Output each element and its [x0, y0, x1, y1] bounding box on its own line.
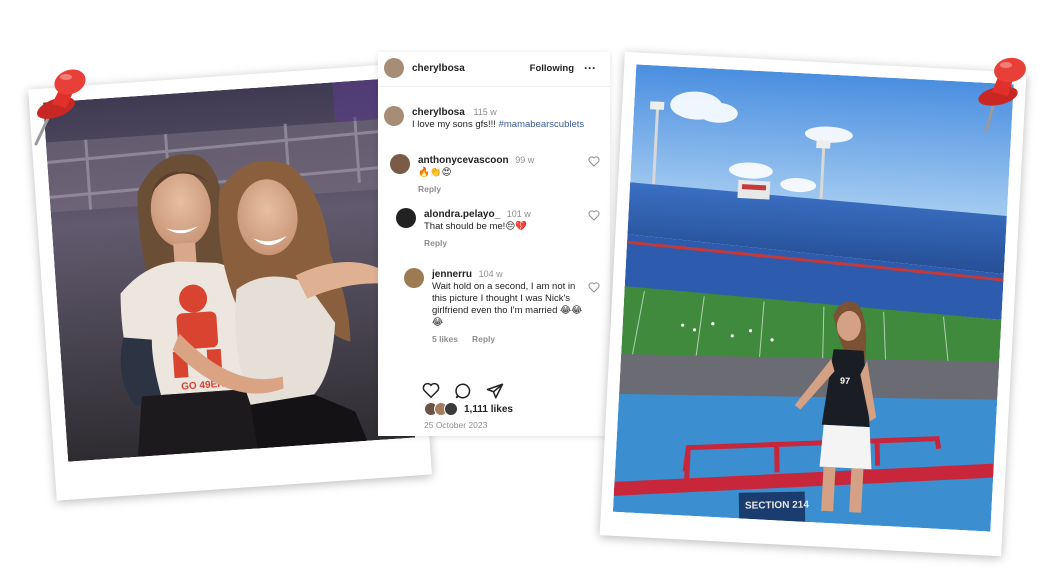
comment-username[interactable]: alondra.pelayo_	[424, 209, 500, 220]
stadium-photo: SECTION 214 97	[612, 64, 1014, 532]
comment-text: Wait hold on a second, I am not in this …	[432, 281, 583, 328]
caption-text: I love my sons gfs!!!	[412, 119, 499, 130]
liker-avatars[interactable]	[424, 402, 458, 416]
reply-button[interactable]: Reply	[424, 237, 447, 249]
reply-button[interactable]: Reply	[472, 333, 495, 345]
caption-row: cherylbosa 115 w I love my sons gfs!!! #…	[378, 106, 610, 131]
commenter-avatar[interactable]	[396, 208, 416, 228]
commenter-avatar[interactable]	[404, 268, 424, 288]
author-avatar[interactable]	[384, 58, 404, 78]
comment-time: 99 w	[515, 155, 535, 165]
comment-item: jennerru 104 w Wait hold on a second, I …	[378, 268, 610, 345]
commenter-avatar[interactable]	[390, 154, 410, 174]
header-divider	[378, 86, 610, 87]
post-header: cherylbosa Following ···	[378, 52, 610, 84]
caption-avatar[interactable]	[384, 106, 404, 126]
share-icon[interactable]	[486, 382, 504, 400]
comment-time: 104 w	[478, 269, 503, 279]
comment-likes[interactable]: 5 likes	[432, 333, 458, 345]
comment-text: That should be me!😔💔	[424, 221, 528, 232]
likes-count[interactable]: 1,111 likes	[464, 404, 513, 415]
likes-row: 1,111 likes	[424, 402, 513, 416]
shirt-number: 97	[840, 376, 851, 387]
section-sign: SECTION 214	[745, 500, 810, 512]
comment-item: alondra.pelayo_ 101 w That should be me!…	[378, 208, 610, 249]
comment-username[interactable]: anthonycevascoon	[418, 155, 509, 166]
post-actions	[422, 382, 504, 400]
heart-icon[interactable]	[422, 382, 440, 399]
comment-time: 101 w	[506, 209, 531, 219]
author-username[interactable]: cherylbosa	[412, 63, 465, 74]
heart-icon[interactable]	[588, 210, 600, 221]
caption-hashtag[interactable]: #mamabearscublets	[499, 119, 585, 130]
push-pin-icon	[34, 69, 86, 146]
women-hugging-photo: GO 49ERS	[43, 78, 416, 462]
follow-status[interactable]: Following	[530, 63, 574, 74]
more-icon[interactable]: ···	[584, 61, 596, 75]
comment-item: anthonycevascoon 99 w 🔥👏😍 Reply	[378, 154, 610, 195]
comment-text: 🔥👏😍	[418, 167, 452, 178]
reply-button[interactable]: Reply	[418, 183, 441, 195]
push-pin-icon	[978, 57, 1026, 134]
comment-icon[interactable]	[454, 382, 472, 400]
caption-username[interactable]: cherylbosa	[412, 107, 465, 118]
caption-time: 115 w	[473, 107, 497, 117]
right-photo-card: SECTION 214 97	[599, 51, 1027, 557]
instagram-post-panel: cherylbosa Following ··· cherylbosa 115 …	[378, 52, 610, 436]
heart-icon[interactable]	[588, 282, 600, 293]
heart-icon[interactable]	[588, 156, 600, 167]
post-date: 25 October 2023	[424, 420, 488, 430]
comment-username[interactable]: jennerru	[432, 269, 472, 280]
